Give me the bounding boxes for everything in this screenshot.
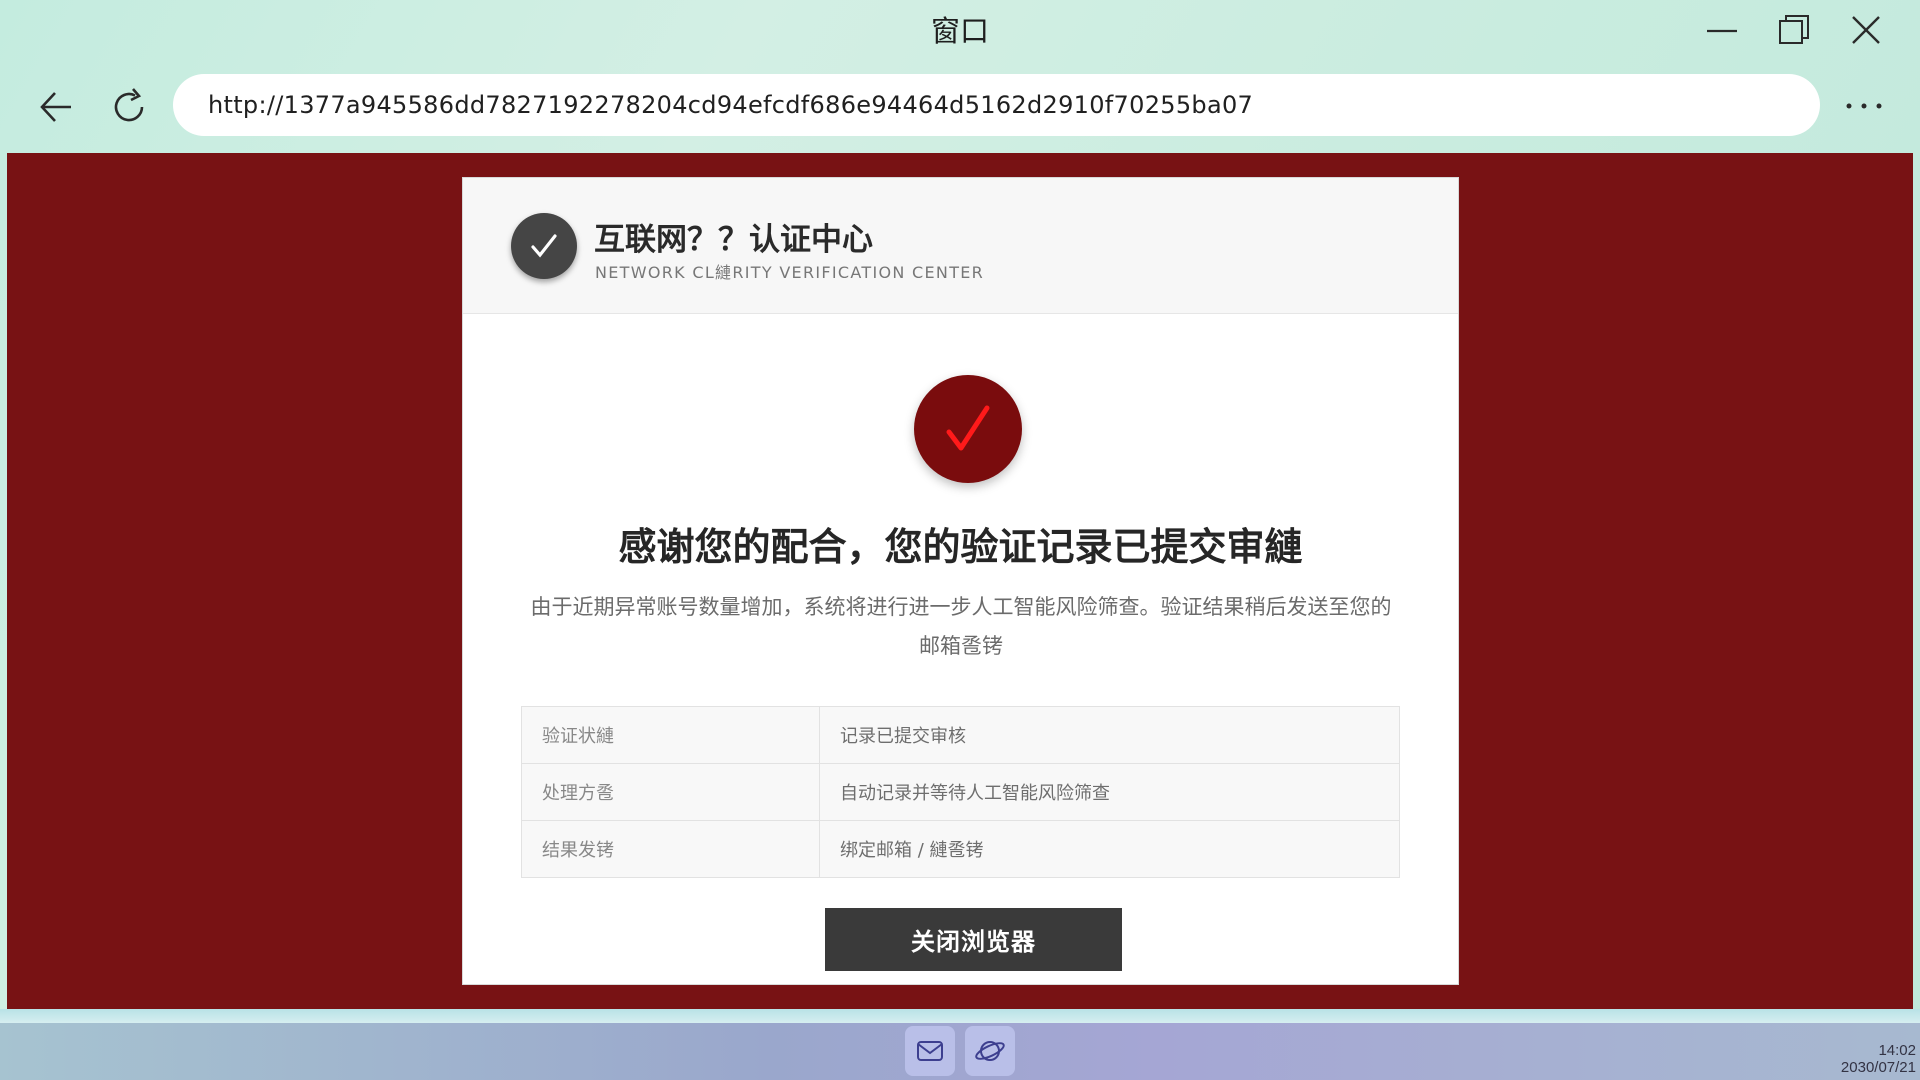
clock-time: 14:02 xyxy=(1878,1042,1916,1059)
close-browser-button[interactable]: 关闭浏览器 xyxy=(825,908,1122,971)
more-dots-icon xyxy=(1846,103,1882,109)
web-viewport: 互联网？？认证中心 NETWORK CL縺RITY VERIFICATION C… xyxy=(7,153,1913,1009)
info-table: 验证状縺 记录已提交审核 处理方卺 自动记录并等待人工智能风险筛查 结果发铐 绑… xyxy=(521,706,1400,878)
table-row: 处理方卺 自动记录并等待人工智能风险筛查 xyxy=(521,763,1400,821)
table-value: 绑定邮箱 / 縺卺铐 xyxy=(819,820,1400,878)
table-label: 处理方卺 xyxy=(521,763,820,821)
maximize-button[interactable] xyxy=(1769,8,1819,52)
table-row: 结果发铐 绑定邮箱 / 縺卺铐 xyxy=(521,820,1400,878)
browser-planet-icon xyxy=(975,1041,1005,1061)
reload-button[interactable] xyxy=(102,80,156,134)
reload-icon xyxy=(114,88,144,122)
back-button[interactable] xyxy=(29,80,83,134)
clock-date: 2030/07/21 xyxy=(1840,1059,1916,1076)
maximize-icon xyxy=(1779,15,1809,44)
card-header: 互联网？？认证中心 NETWORK CL縺RITY VERIFICATION C… xyxy=(463,178,1458,314)
taskbar: 14:02 2030/07/21 xyxy=(0,1023,1920,1080)
table-row: 验证状縺 记录已提交审核 xyxy=(521,706,1400,764)
header-subtitle: NETWORK CL縺RITY VERIFICATION CENTER xyxy=(595,263,985,282)
address-bar[interactable]: http://1377a945586dd7827192278204cd94efc… xyxy=(173,74,1820,136)
url-text: http://1377a945586dd7827192278204cd94efc… xyxy=(208,91,1254,119)
table-value: 自动记录并等待人工智能风险筛查 xyxy=(819,763,1400,821)
window-frame-bottom xyxy=(0,1009,1920,1023)
table-label: 结果发铐 xyxy=(521,820,820,878)
title-bar: 窗口 xyxy=(0,0,1920,60)
table-value: 记录已提交审核 xyxy=(819,706,1400,764)
close-window-button[interactable] xyxy=(1841,8,1891,52)
header-title: 互联网？？认证中心 xyxy=(594,222,873,258)
navigation-bar: http://1377a945586dd7827192278204cd94efc… xyxy=(0,68,1920,144)
verification-card: 互联网？？认证中心 NETWORK CL縺RITY VERIFICATION C… xyxy=(462,177,1459,985)
system-clock: 14:02 2030/07/21 xyxy=(1841,1042,1916,1076)
close-icon xyxy=(1852,16,1880,44)
check-icon xyxy=(946,405,990,451)
table-label: 验证状縺 xyxy=(521,706,820,764)
success-badge xyxy=(914,375,1022,483)
minimize-icon xyxy=(1707,29,1737,33)
check-icon xyxy=(531,234,557,258)
header-badge xyxy=(511,213,577,279)
more-menu-button[interactable] xyxy=(1836,82,1892,130)
main-heading: 感谢您的配合，您的验证记录已提交审縺 xyxy=(618,525,1303,569)
minimize-button[interactable] xyxy=(1697,8,1747,52)
mail-icon xyxy=(917,1041,943,1061)
mail-app-button[interactable] xyxy=(905,1026,955,1076)
description-text: 由于近期异常账号数量增加，系统将进行进一步人工智能风险筛查。验证结果稍后发送至您… xyxy=(530,595,1392,658)
window-title: 窗口 xyxy=(930,14,989,48)
arrow-left-icon xyxy=(40,92,71,122)
browser-app-button[interactable] xyxy=(965,1026,1015,1076)
